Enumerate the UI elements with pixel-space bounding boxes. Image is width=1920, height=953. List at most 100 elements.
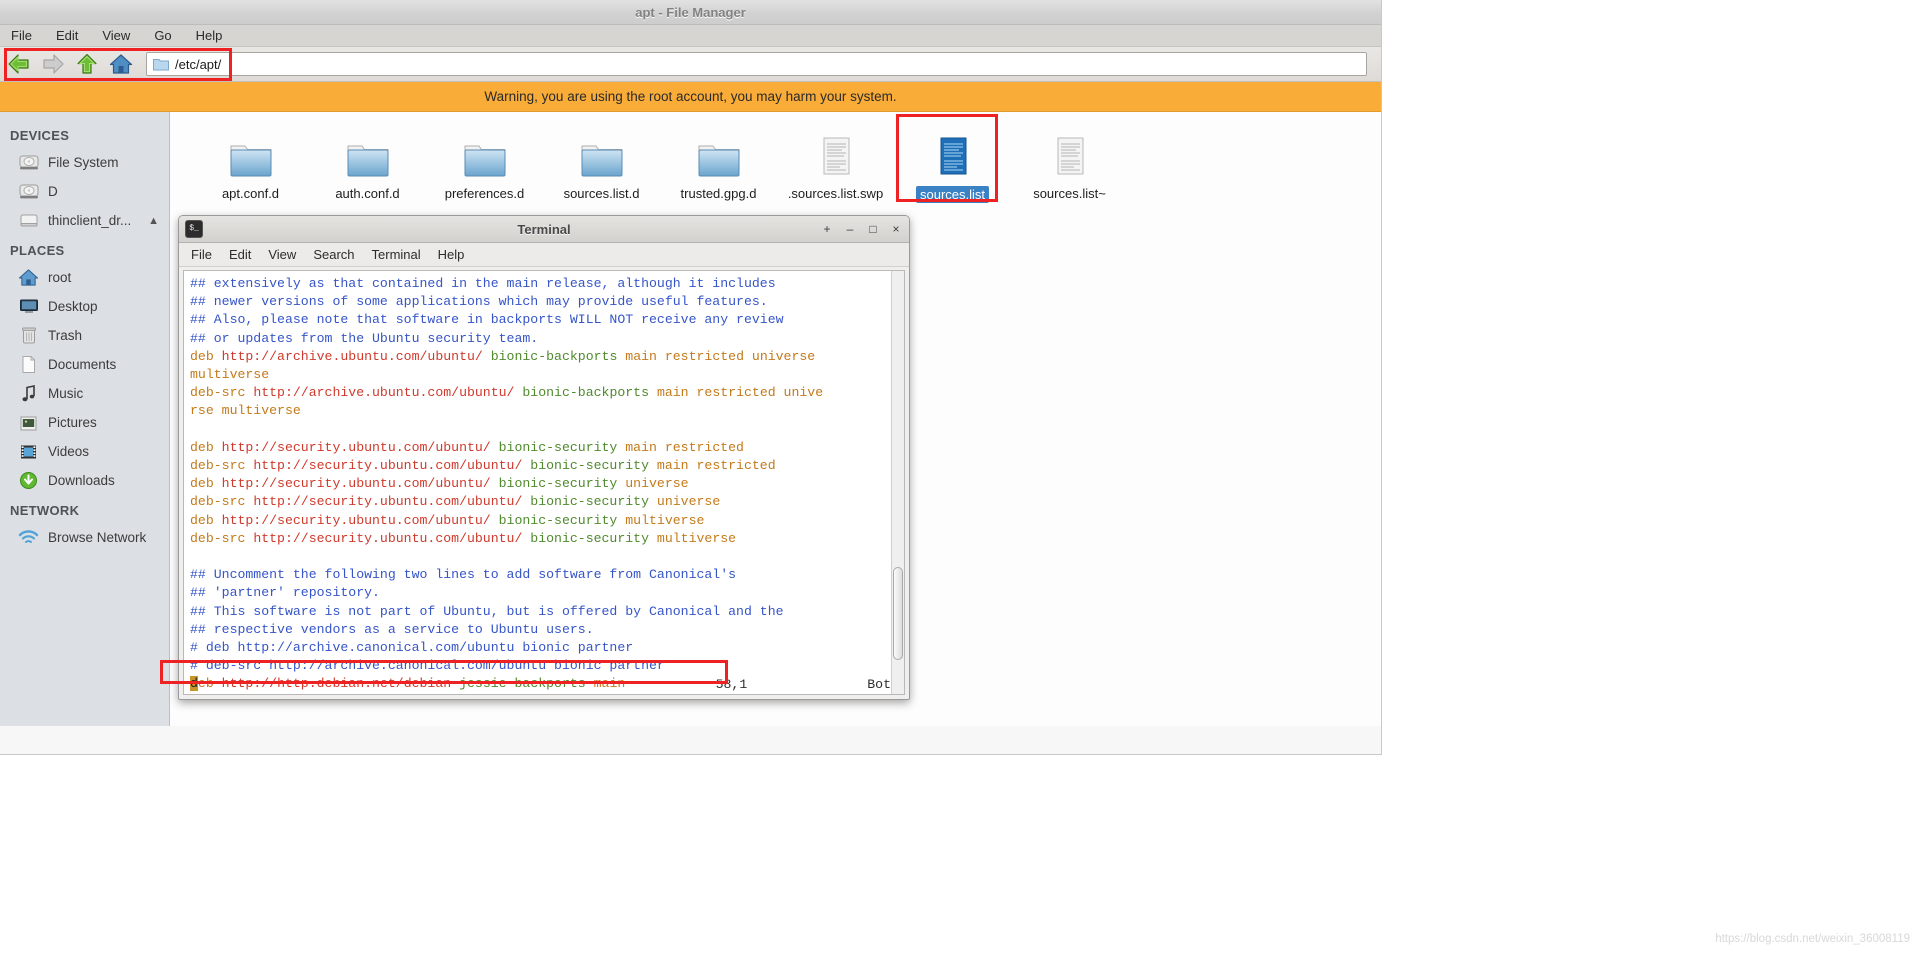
terminal-text-segment: deb	[190, 439, 222, 455]
path-input[interactable]: /etc/apt/	[146, 52, 1367, 76]
file-item-apt-conf-d[interactable]: apt.conf.d	[192, 126, 309, 209]
terminal-text-segment: universe	[625, 476, 689, 492]
file-item-label: trusted.gpg.d	[680, 186, 757, 201]
root-warning-bar: Warning, you are using the root account,…	[0, 82, 1381, 112]
terminal-text-segment: ## newer versions of some applications w…	[190, 294, 768, 310]
maximize-button[interactable]: □	[866, 222, 880, 236]
terminal-text-segment: eb	[197, 676, 222, 692]
folder-icon	[461, 132, 509, 180]
menu-file[interactable]: File	[8, 27, 35, 44]
text-file-icon-selected	[929, 132, 977, 180]
terminal-line: deb-src http://archive.ubuntu.com/ubuntu…	[190, 384, 891, 402]
terminal-scrollbar[interactable]	[891, 271, 904, 694]
file-item-label: .sources.list.swp	[787, 186, 884, 201]
watermark: https://blog.csdn.net/weixin_36008119	[1715, 933, 1910, 945]
terminal-text-segment: # deb-src http://archive.canonical.com/u…	[190, 658, 665, 674]
terminal-line: multiverse	[190, 366, 891, 384]
terminal-line: ## respective vendors as a service to Ub…	[190, 621, 891, 639]
terminal-text-segment: multiverse	[190, 367, 270, 383]
screen: apt - File Manager File Edit View Go Hel…	[0, 0, 1920, 953]
terminal-text[interactable]: ## extensively as that contained in the …	[184, 271, 891, 694]
sidebar-item-music[interactable]: Music	[0, 379, 169, 408]
eject-icon[interactable]: ▲	[148, 215, 159, 227]
terminal-line: deb http://security.ubuntu.com/ubuntu/ b…	[190, 439, 891, 457]
terminal-text-segment: ## 'partner' repository.	[190, 585, 380, 601]
sidebar-item-label: File System	[48, 155, 119, 170]
terminal-text-segment: http://security.ubuntu.com/ubuntu/	[221, 512, 499, 528]
terminal-text-segment: jessie-backports	[459, 676, 594, 692]
terminal-text-segment: bionic-security	[530, 530, 657, 546]
sidebar-item-d[interactable]: D	[0, 177, 169, 206]
terminal-line: ## This software is not part of Ubuntu, …	[190, 603, 891, 621]
file-item-sources-list-backup[interactable]: sources.list~	[1011, 126, 1128, 209]
file-item-auth-conf-d[interactable]: auth.conf.d	[309, 126, 426, 209]
text-file-icon	[812, 132, 860, 180]
terminal-text-segment: ## Also, please note that software in ba…	[190, 312, 784, 328]
terminal-menu-file[interactable]: File	[191, 247, 212, 262]
file-item-preferences-d[interactable]: preferences.d	[426, 126, 543, 209]
path-text: /etc/apt/	[175, 56, 222, 72]
sidebar-item-downloads[interactable]: Downloads	[0, 466, 169, 495]
file-item-label: preferences.d	[444, 186, 525, 201]
file-item-trusted-gpg-d[interactable]: trusted.gpg.d	[660, 126, 777, 209]
terminal-text-segment: main restricted unive	[656, 385, 824, 401]
terminal-line: ## 'partner' repository.	[190, 584, 891, 602]
minimize-button[interactable]: –	[843, 222, 857, 236]
file-manager-menubar: File Edit View Go Help	[0, 25, 1381, 47]
close-button[interactable]: ×	[889, 222, 903, 236]
terminal-text-segment: bionic-backports	[522, 385, 657, 401]
sidebar-item-pictures[interactable]: Pictures	[0, 408, 169, 437]
home-button[interactable]	[108, 51, 134, 77]
terminal-line: # deb-src http://archive.canonical.com/u…	[190, 657, 891, 675]
menu-edit[interactable]: Edit	[53, 27, 81, 44]
terminal-text-segment: bionic-security	[498, 512, 626, 528]
sidebar-item-browse-network[interactable]: Browse Network	[0, 523, 169, 552]
menu-view[interactable]: View	[99, 27, 133, 44]
forward-button[interactable]	[40, 51, 66, 77]
home-icon	[109, 54, 133, 74]
terminal-text-segment: deb-src	[190, 530, 254, 546]
terminal-scrollbar-thumb[interactable]	[893, 567, 903, 661]
sidebar-item-videos[interactable]: Videos	[0, 437, 169, 466]
terminal-menu-search[interactable]: Search	[313, 247, 354, 262]
terminal-text-segment: bionic-security	[530, 458, 657, 474]
sidebar-item-documents[interactable]: Documents	[0, 350, 169, 379]
terminal-text-segment: multiverse	[625, 512, 705, 528]
sidebar-item-trash[interactable]: Trash	[0, 321, 169, 350]
menu-help[interactable]: Help	[193, 27, 226, 44]
back-button[interactable]	[6, 51, 32, 77]
sidebar-item-file-system[interactable]: File System	[0, 148, 169, 177]
terminal-menu-edit[interactable]: Edit	[229, 247, 251, 262]
terminal-titlebar[interactable]: $_ Terminal + – □ ×	[179, 216, 909, 243]
root-warning-text: Warning, you are using the root account,…	[484, 89, 897, 104]
file-item-sources-list[interactable]: sources.list	[894, 126, 1011, 209]
file-item-sources-list-d[interactable]: sources.list.d	[543, 126, 660, 209]
sidebar-item-root[interactable]: root	[0, 263, 169, 292]
terminal-text-segment: http://archive.ubuntu.com/ubuntu/	[253, 385, 523, 401]
terminal-window-title: Terminal	[517, 221, 571, 237]
terminal-text-segment: http://security.ubuntu.com/ubuntu/	[221, 476, 499, 492]
harddisk-icon	[18, 181, 39, 202]
file-item-sources-list-swp[interactable]: .sources.list.swp	[777, 126, 894, 209]
terminal-text-segment: deb	[190, 348, 222, 364]
sidebar-item-label: Pictures	[48, 415, 97, 430]
terminal-menu-view[interactable]: View	[268, 247, 296, 262]
terminal-text-segment: # deb http://archive.canonical.com/ubunt…	[190, 640, 634, 656]
sidebar-item-thinclient-drives[interactable]: thinclient_dr... ▲	[0, 206, 169, 235]
terminal-text-segment: bionic-security	[498, 476, 626, 492]
terminal-text-segment: http://archive.ubuntu.com/ubuntu/	[221, 348, 491, 364]
folder-icon	[153, 59, 169, 71]
shade-button[interactable]: +	[820, 222, 834, 236]
sidebar-item-desktop[interactable]: Desktop	[0, 292, 169, 321]
up-button[interactable]	[74, 51, 100, 77]
terminal-line: # deb http://archive.canonical.com/ubunt…	[190, 639, 891, 657]
terminal-body[interactable]: ## extensively as that contained in the …	[183, 270, 905, 695]
terminal-menu-terminal[interactable]: Terminal	[372, 247, 421, 262]
terminal-menu-help[interactable]: Help	[438, 247, 465, 262]
folder-icon	[227, 132, 275, 180]
terminal-line: deb http://security.ubuntu.com/ubuntu/ b…	[190, 512, 891, 530]
terminal-window: $_ Terminal + – □ × File Edit View Searc…	[178, 215, 910, 700]
menu-go[interactable]: Go	[151, 27, 174, 44]
terminal-line: ## Uncomment the following two lines to …	[190, 566, 891, 584]
